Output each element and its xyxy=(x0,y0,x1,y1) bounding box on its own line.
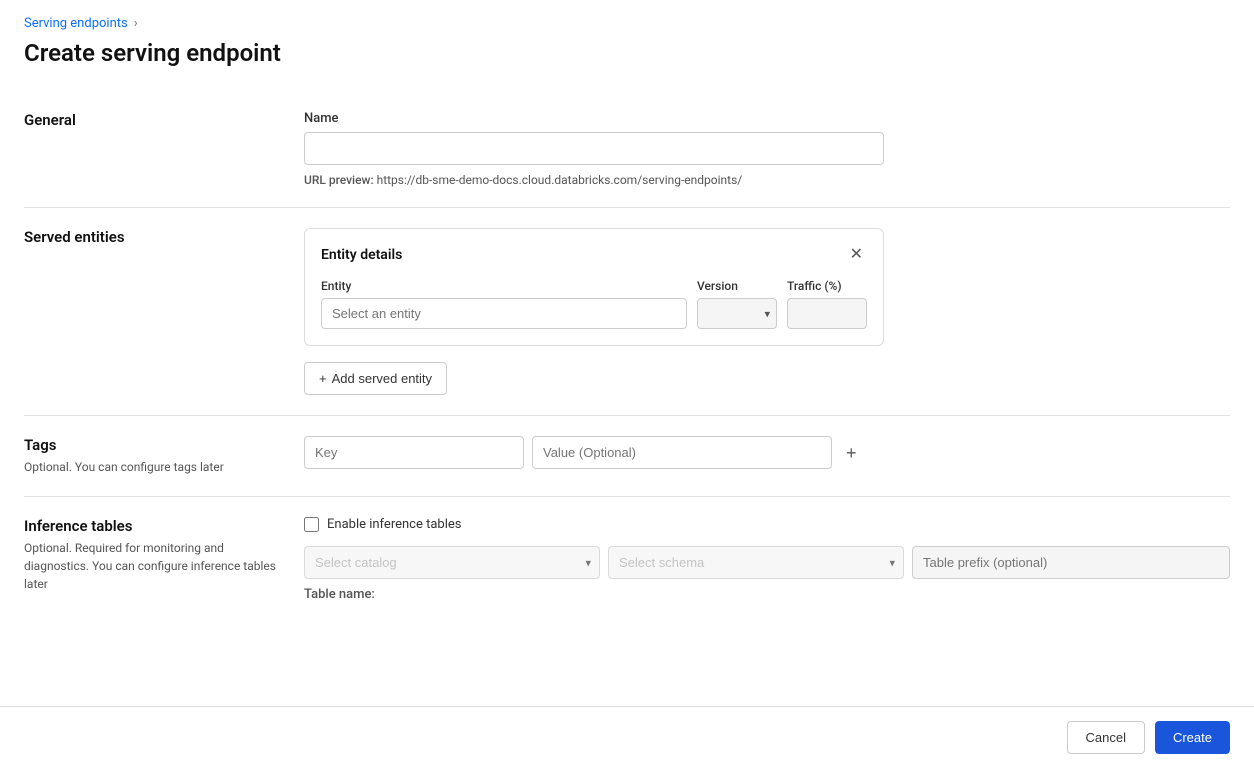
version-col-label: Version xyxy=(697,279,777,293)
traffic-field: Traffic (%) 100 xyxy=(787,279,867,329)
page-footer: Cancel Create xyxy=(0,706,1254,768)
schema-select[interactable]: Select schema xyxy=(608,546,904,579)
cancel-button[interactable]: Cancel xyxy=(1067,721,1145,754)
entity-card-header: Entity details ✕ xyxy=(321,245,867,265)
traffic-col-label: Traffic (%) xyxy=(787,279,867,293)
version-field: Version xyxy=(697,279,777,329)
table-name-label: Table name: xyxy=(304,587,1230,602)
entity-field: Entity xyxy=(321,279,687,329)
tags-section-left: Tags Optional. You can configure tags la… xyxy=(24,436,304,476)
schema-select-wrapper: Select schema xyxy=(608,546,904,579)
general-section-label: General xyxy=(24,111,280,129)
general-section-right: Name URL preview: https://db-sme-demo-do… xyxy=(304,111,1230,187)
served-entities-section: Served entities Entity details ✕ Entity xyxy=(24,208,1230,416)
version-select[interactable] xyxy=(697,298,777,329)
inference-fields-row: Select catalog Select schema xyxy=(304,546,1230,579)
traffic-input[interactable]: 100 xyxy=(787,298,867,329)
breadcrumb-separator: › xyxy=(134,16,138,31)
served-entities-label: Served entities xyxy=(24,228,280,246)
table-name-text: Table name: xyxy=(304,587,375,602)
name-field-label: Name xyxy=(304,111,1230,126)
url-preview-label: URL preview: xyxy=(304,173,374,187)
add-entity-label: Add served entity xyxy=(332,371,432,386)
form-sections: General Name URL preview: https://db-sme… xyxy=(24,91,1230,622)
tag-key-input[interactable] xyxy=(304,436,524,469)
entity-col-label: Entity xyxy=(321,279,687,293)
general-section-left: General xyxy=(24,111,304,187)
tags-section-label: Tags xyxy=(24,436,280,454)
breadcrumb-link[interactable]: Serving endpoints xyxy=(24,16,128,31)
entity-details-card: Entity details ✕ Entity Version xyxy=(304,228,884,346)
tags-section: Tags Optional. You can configure tags la… xyxy=(24,416,1230,497)
catalog-select[interactable]: Select catalog xyxy=(304,546,600,579)
table-prefix-input[interactable] xyxy=(912,546,1230,579)
create-button[interactable]: Create xyxy=(1155,721,1230,754)
url-preview-value: https://db-sme-demo-docs.cloud.databrick… xyxy=(377,173,743,187)
enable-inference-checkbox[interactable] xyxy=(304,517,319,532)
url-preview: URL preview: https://db-sme-demo-docs.cl… xyxy=(304,173,1230,187)
page-title: Create serving endpoint xyxy=(24,39,1230,67)
tags-row: + xyxy=(304,436,1230,469)
name-input[interactable] xyxy=(304,132,884,165)
entity-select-input[interactable] xyxy=(321,298,687,329)
served-entities-section-right: Entity details ✕ Entity Version xyxy=(304,228,1230,395)
enable-inference-row: Enable inference tables xyxy=(304,517,1230,532)
enable-inference-label[interactable]: Enable inference tables xyxy=(327,517,462,532)
tag-add-button[interactable]: + xyxy=(840,440,863,466)
general-section: General Name URL preview: https://db-sme… xyxy=(24,91,1230,208)
version-select-wrapper xyxy=(697,298,777,329)
catalog-select-wrapper: Select catalog xyxy=(304,546,600,579)
inference-tables-section: Inference tables Optional. Required for … xyxy=(24,497,1230,622)
add-served-entity-button[interactable]: + Add served entity xyxy=(304,362,447,395)
served-entities-section-left: Served entities xyxy=(24,228,304,395)
inference-tables-section-left: Inference tables Optional. Required for … xyxy=(24,517,304,602)
tags-section-description: Optional. You can configure tags later xyxy=(24,458,280,476)
inference-tables-description: Optional. Required for monitoring and di… xyxy=(24,539,280,593)
inference-tables-section-right: Enable inference tables Select catalog S… xyxy=(304,517,1230,602)
entity-card-title: Entity details xyxy=(321,247,402,263)
entity-card-close-button[interactable]: ✕ xyxy=(846,245,867,265)
inference-tables-label: Inference tables xyxy=(24,517,280,535)
breadcrumb: Serving endpoints › xyxy=(24,16,1230,31)
plus-icon: + xyxy=(319,371,327,386)
entity-fields-row: Entity Version xyxy=(321,279,867,329)
tag-value-input[interactable] xyxy=(532,436,832,469)
tags-section-right: + xyxy=(304,436,1230,476)
